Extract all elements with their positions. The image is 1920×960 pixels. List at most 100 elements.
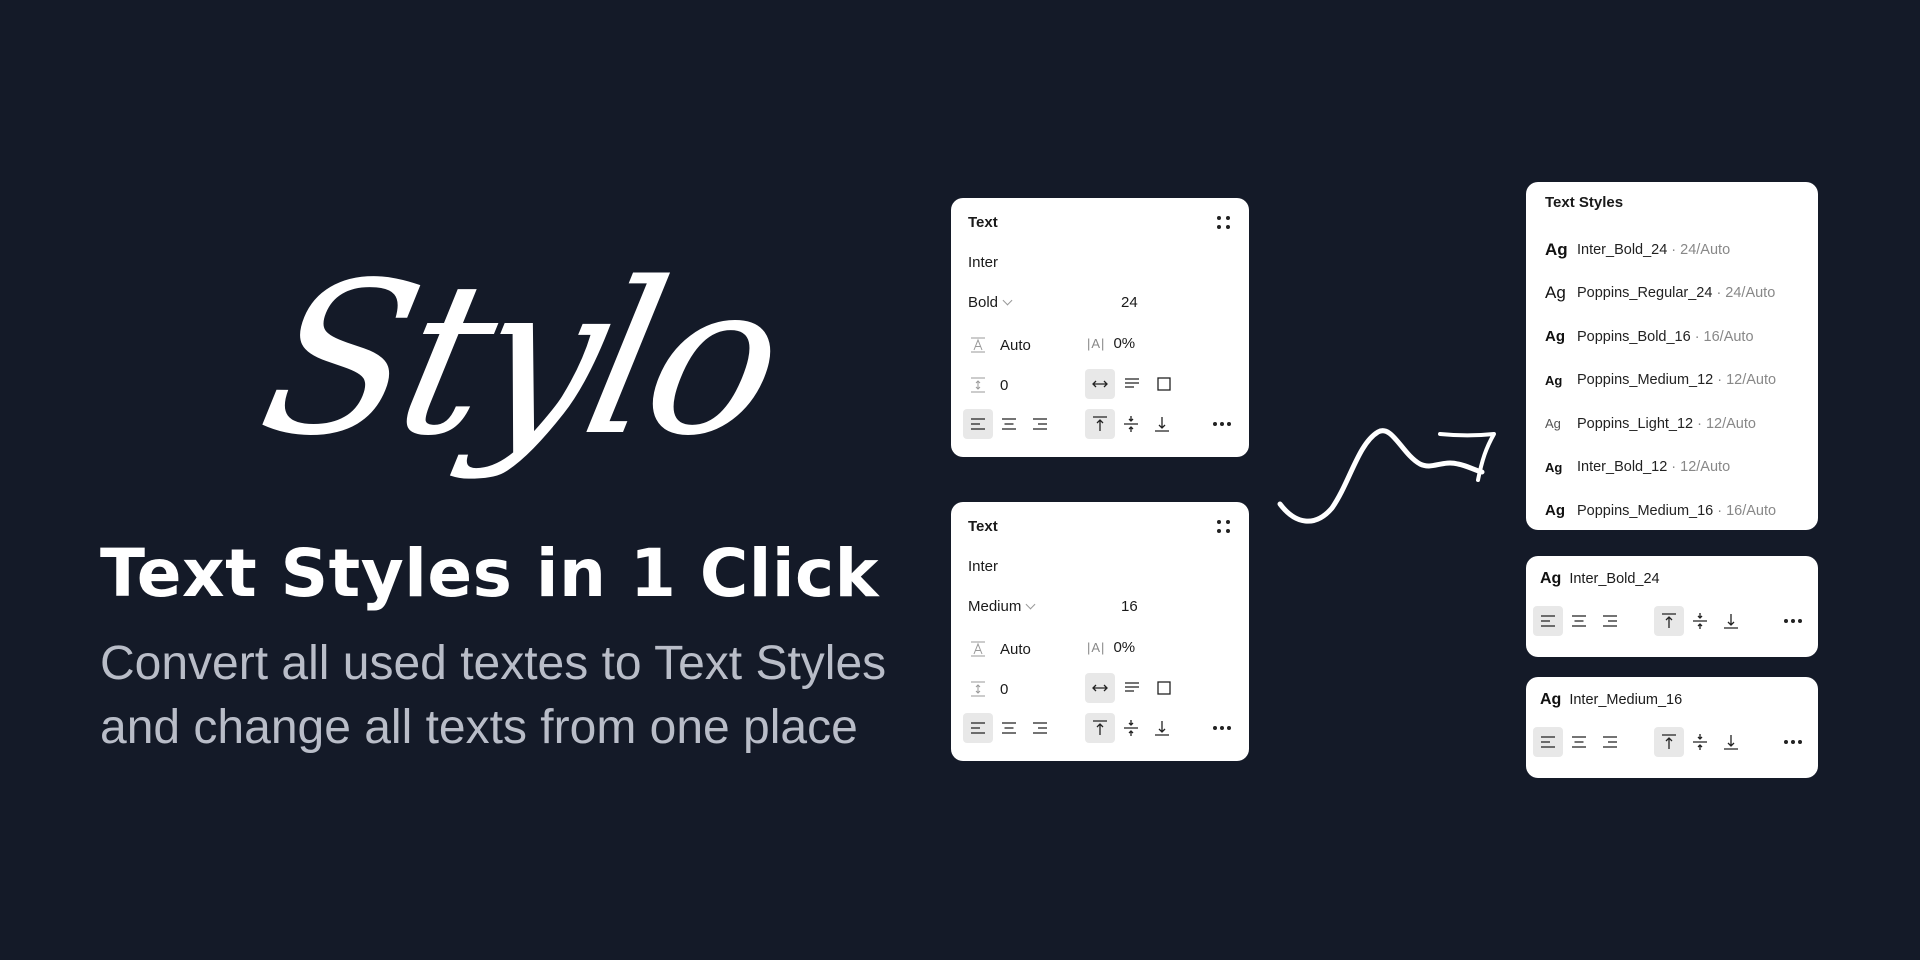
line-height-value: Auto bbox=[1000, 640, 1031, 658]
more-icon[interactable] bbox=[1207, 409, 1237, 439]
font-weight-dropdown[interactable]: Bold bbox=[968, 294, 1013, 311]
font-size-field[interactable]: 16 bbox=[1121, 598, 1138, 615]
more-icon[interactable] bbox=[1778, 606, 1808, 636]
align-middle-icon[interactable] bbox=[1116, 713, 1146, 743]
style-preview-glyph: Ag bbox=[1545, 372, 1563, 388]
style-name: Poppins_Light_12 bbox=[1577, 415, 1694, 432]
align-left-icon[interactable] bbox=[1533, 606, 1563, 636]
align-middle-icon[interactable] bbox=[1685, 606, 1715, 636]
align-right-icon[interactable] bbox=[1595, 727, 1625, 757]
letter-spacing-field[interactable]: |A| 0% bbox=[1087, 335, 1135, 352]
subline: Convert all used textes to Text Styles a… bbox=[100, 637, 887, 754]
style-preview-glyph: Ag bbox=[1545, 328, 1565, 346]
text-style-item[interactable]: Ag Poppins_Medium_12 · 12/Auto bbox=[1545, 359, 1776, 403]
paragraph-spacing-field[interactable]: 0 bbox=[968, 679, 1008, 699]
align-left-icon[interactable] bbox=[963, 409, 993, 439]
text-styles-panel: Text Styles Ag Inter_Bold_24 · 24/Auto A… bbox=[1526, 182, 1818, 530]
font-weight-dropdown[interactable]: Medium bbox=[968, 598, 1036, 615]
align-left-icon[interactable] bbox=[963, 713, 993, 743]
line-height-field[interactable]: Auto bbox=[968, 639, 1031, 659]
style-meta: · 12/Auto bbox=[1697, 415, 1756, 432]
drag-handle-icon[interactable] bbox=[1217, 520, 1231, 534]
style-name: Inter_Bold_24 bbox=[1577, 241, 1668, 258]
auto-width-icon[interactable] bbox=[1085, 673, 1115, 703]
line-height-field[interactable]: Auto bbox=[968, 335, 1031, 355]
auto-height-icon[interactable] bbox=[1117, 369, 1147, 399]
applied-style-name: Inter_Bold_24 bbox=[1569, 571, 1660, 587]
font-size-field[interactable]: 24 bbox=[1121, 294, 1138, 311]
text-style-item[interactable]: Ag Inter_Bold_12 · 12/Auto bbox=[1545, 446, 1776, 490]
paragraph-spacing-field[interactable]: 0 bbox=[968, 375, 1008, 395]
vertical-align-group bbox=[1085, 409, 1177, 439]
drag-handle-icon[interactable] bbox=[1217, 216, 1231, 230]
align-bottom-icon[interactable] bbox=[1147, 409, 1177, 439]
style-name: Inter_Bold_12 bbox=[1577, 459, 1668, 476]
style-meta: · 24/Auto bbox=[1716, 285, 1776, 302]
headline: Text Styles in 1 Click bbox=[100, 535, 880, 612]
align-right-icon[interactable] bbox=[1025, 409, 1055, 439]
align-left-icon[interactable] bbox=[1533, 727, 1563, 757]
align-top-icon[interactable] bbox=[1654, 606, 1684, 636]
paragraph-spacing-icon bbox=[968, 679, 988, 699]
text-properties-panel: Text Inter Bold 24 Auto |A| 0% 0 bbox=[951, 198, 1249, 457]
style-meta: · 12/Auto bbox=[1671, 459, 1731, 476]
fixed-size-icon[interactable] bbox=[1149, 673, 1179, 703]
auto-height-icon[interactable] bbox=[1117, 673, 1147, 703]
more-icon[interactable] bbox=[1778, 727, 1808, 757]
fixed-size-icon[interactable] bbox=[1149, 369, 1179, 399]
align-center-icon[interactable] bbox=[994, 409, 1024, 439]
style-preview-glyph: Ag bbox=[1540, 570, 1562, 587]
align-center-icon[interactable] bbox=[1564, 727, 1594, 757]
panel-title: Text bbox=[968, 214, 998, 231]
style-preview-glyph: Ag bbox=[1545, 239, 1568, 259]
text-style-item[interactable]: Ag Poppins_Medium_16 · 16/Auto bbox=[1545, 489, 1776, 533]
styles-panel-title: Text Styles bbox=[1545, 194, 1624, 211]
line-height-icon bbox=[968, 639, 988, 659]
letter-spacing-value: 0% bbox=[1113, 335, 1136, 352]
font-weight-value: Medium bbox=[968, 598, 1022, 615]
align-middle-icon[interactable] bbox=[1685, 727, 1715, 757]
chevron-down-icon bbox=[1025, 599, 1036, 610]
vertical-align-group bbox=[1085, 713, 1177, 743]
applied-style-panel: Ag Inter_Bold_24 bbox=[1526, 556, 1818, 657]
font-family-field[interactable]: Inter bbox=[968, 558, 998, 575]
align-top-icon[interactable] bbox=[1085, 713, 1115, 743]
letter-spacing-field[interactable]: |A| 0% bbox=[1087, 639, 1135, 656]
style-meta: · 12/Auto bbox=[1717, 372, 1777, 389]
align-right-icon[interactable] bbox=[1595, 606, 1625, 636]
align-top-icon[interactable] bbox=[1654, 727, 1684, 757]
more-icon[interactable] bbox=[1207, 713, 1237, 743]
text-style-item[interactable]: Ag Poppins_Regular_24 · 24/Auto bbox=[1545, 272, 1776, 316]
font-family-field[interactable]: Inter bbox=[968, 254, 998, 271]
line-height-icon bbox=[968, 335, 988, 355]
font-weight-value: Bold bbox=[968, 294, 999, 311]
panel-title: Text bbox=[968, 518, 998, 535]
text-properties-panel: Text Inter Medium 16 Auto |A| 0% 0 bbox=[951, 502, 1249, 761]
align-bottom-icon[interactable] bbox=[1716, 727, 1746, 757]
align-bottom-icon[interactable] bbox=[1716, 606, 1746, 636]
text-style-item[interactable]: Ag Poppins_Light_12 · 12/Auto bbox=[1545, 402, 1776, 446]
align-top-icon[interactable] bbox=[1085, 409, 1115, 439]
align-right-icon[interactable] bbox=[1025, 713, 1055, 743]
text-styles-list: Ag Inter_Bold_24 · 24/Auto Ag Poppins_Re… bbox=[1545, 228, 1776, 533]
align-center-icon[interactable] bbox=[1564, 606, 1594, 636]
align-bottom-icon[interactable] bbox=[1147, 713, 1177, 743]
align-center-icon[interactable] bbox=[994, 713, 1024, 743]
style-meta: · 24/Auto bbox=[1671, 241, 1731, 258]
paragraph-spacing-value: 0 bbox=[1000, 680, 1009, 698]
align-middle-icon[interactable] bbox=[1116, 409, 1146, 439]
vertical-align-group bbox=[1654, 727, 1746, 757]
style-preview-glyph: Ag bbox=[1545, 459, 1563, 475]
text-style-item[interactable]: Ag Inter_Bold_24 · 24/Auto bbox=[1545, 228, 1776, 272]
applied-style-name: Inter_Medium_16 bbox=[1569, 692, 1683, 708]
squiggle-arrow-icon bbox=[1277, 428, 1496, 524]
paragraph-spacing-value: 0 bbox=[1000, 376, 1009, 394]
style-meta: · 16/Auto bbox=[1694, 328, 1754, 345]
applied-style-header[interactable]: Ag Inter_Medium_16 bbox=[1540, 691, 1682, 709]
style-name: Poppins_Medium_12 bbox=[1577, 372, 1714, 389]
resize-mode-group bbox=[1085, 673, 1179, 703]
applied-style-header[interactable]: Ag Inter_Bold_24 bbox=[1540, 570, 1660, 588]
style-meta: · 16/Auto bbox=[1717, 502, 1777, 519]
auto-width-icon[interactable] bbox=[1085, 369, 1115, 399]
text-style-item[interactable]: Ag Poppins_Bold_16 · 16/Auto bbox=[1545, 315, 1776, 359]
